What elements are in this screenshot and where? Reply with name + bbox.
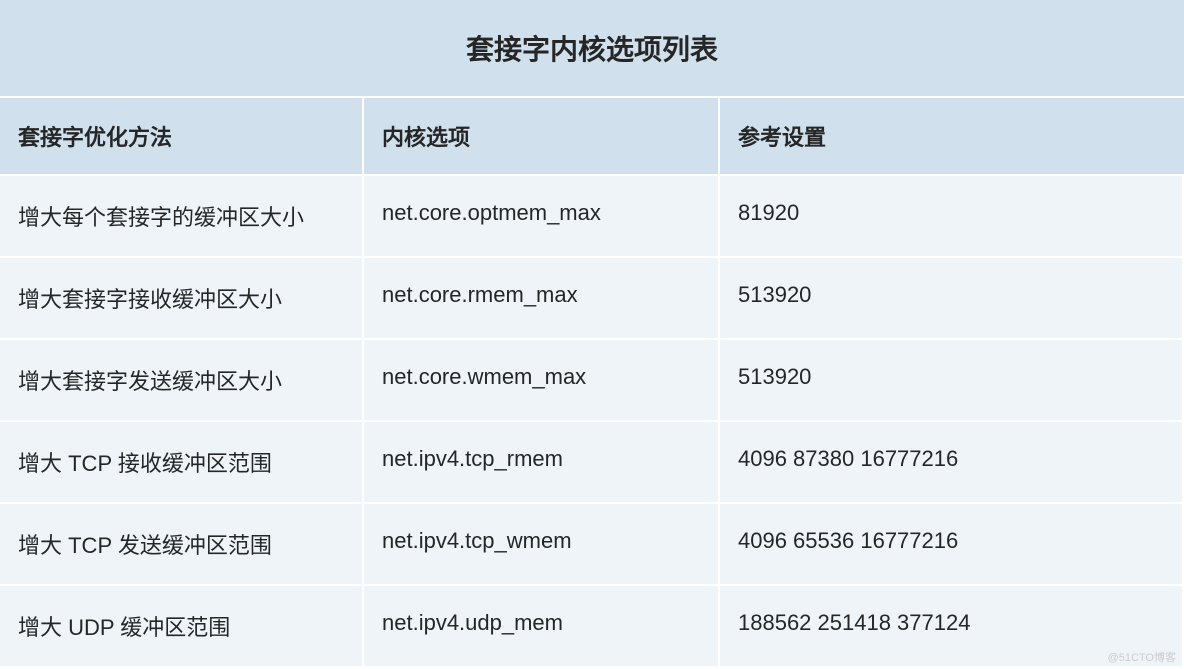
- cell-method: 增大套接字发送缓冲区大小: [0, 340, 364, 420]
- cell-method: 增大 TCP 接收缓冲区范围: [0, 422, 364, 502]
- socket-options-table: 套接字内核选项列表 套接字优化方法 内核选项 参考设置 增大每个套接字的缓冲区大…: [0, 0, 1184, 668]
- cell-value: 513920: [720, 258, 1184, 338]
- cell-value: 513920: [720, 340, 1184, 420]
- table-row: 增大套接字接收缓冲区大小 net.core.rmem_max 513920: [0, 258, 1184, 340]
- cell-value: 4096 65536 16777216: [720, 504, 1184, 584]
- watermark-text: @51CTO博客: [1108, 649, 1176, 665]
- cell-method: 增大套接字接收缓冲区大小: [0, 258, 364, 338]
- header-value: 参考设置: [720, 98, 1184, 174]
- cell-value: 81920: [720, 176, 1184, 256]
- cell-option: net.ipv4.udp_mem: [364, 586, 720, 666]
- cell-method: 增大 UDP 缓冲区范围: [0, 586, 364, 666]
- table-row: 增大 TCP 发送缓冲区范围 net.ipv4.tcp_wmem 4096 65…: [0, 504, 1184, 586]
- header-method: 套接字优化方法: [0, 98, 364, 174]
- cell-option: net.ipv4.tcp_rmem: [364, 422, 720, 502]
- cell-option: net.core.wmem_max: [364, 340, 720, 420]
- table-header-row: 套接字优化方法 内核选项 参考设置: [0, 98, 1184, 176]
- cell-option: net.ipv4.tcp_wmem: [364, 504, 720, 584]
- cell-value: 4096 87380 16777216: [720, 422, 1184, 502]
- cell-method: 增大每个套接字的缓冲区大小: [0, 176, 364, 256]
- cell-method: 增大 TCP 发送缓冲区范围: [0, 504, 364, 584]
- table-row: 增大套接字发送缓冲区大小 net.core.wmem_max 513920: [0, 340, 1184, 422]
- table-row: 增大 TCP 接收缓冲区范围 net.ipv4.tcp_rmem 4096 87…: [0, 422, 1184, 504]
- header-option: 内核选项: [364, 98, 720, 174]
- cell-option: net.core.rmem_max: [364, 258, 720, 338]
- table-row: 增大 UDP 缓冲区范围 net.ipv4.udp_mem 188562 251…: [0, 586, 1184, 668]
- table-row: 增大每个套接字的缓冲区大小 net.core.optmem_max 81920: [0, 176, 1184, 258]
- table-title: 套接字内核选项列表: [0, 0, 1184, 98]
- cell-option: net.core.optmem_max: [364, 176, 720, 256]
